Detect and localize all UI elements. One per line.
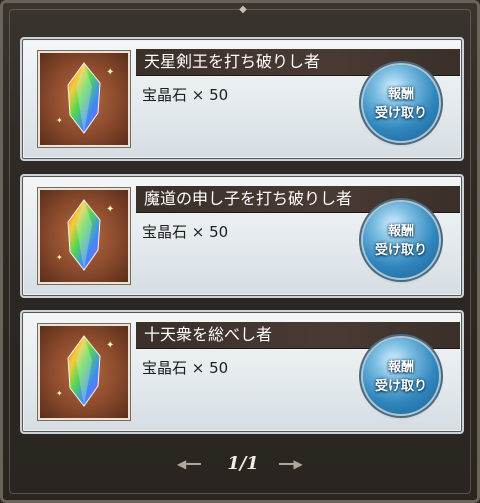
reward-amount: 宝晶石 × 50 [142,223,229,241]
rainbow-crystal-icon: ✦ ✦ [38,51,130,147]
svg-text:✦: ✦ [106,204,114,215]
reward-panel: ◆ ✦ ✦ 天星剣王を打ち破りし者 宝晶石 × 50 報酬 受け取り ✦ ✦ 魔… [0,0,480,503]
claim-label-line2: 受け取り [374,106,427,121]
ornament-icon: ◆ [239,4,247,15]
reward-title: 天星剣王を打ち破りし者 [144,52,321,71]
svg-text:✦: ✦ [56,116,63,125]
pagination: ◀━━ 1/1 ━━▶ [173,453,313,475]
svg-text:✦: ✦ [106,340,114,351]
claim-label-line1: 報酬 [387,360,414,375]
reward-card: ✦ ✦ 天星剣王を打ち破りし者 宝晶石 × 50 報酬 受け取り [20,37,464,161]
claim-reward-button[interactable]: 報酬 受け取り [363,338,439,414]
svg-text:✦: ✦ [106,67,114,78]
claim-label-line2: 受け取り [374,379,427,394]
page-indicator: 1/1 [227,453,259,474]
claim-reward-button[interactable]: 報酬 受け取り [363,202,439,278]
svg-text:✦: ✦ [56,253,63,262]
right-ornament-arrow-icon[interactable]: ━━▶ [279,458,303,470]
reward-amount: 宝晶石 × 50 [142,359,229,377]
claim-label-line1: 報酬 [387,87,414,102]
rainbow-crystal-icon: ✦ ✦ [38,188,130,284]
claim-reward-button[interactable]: 報酬 受け取り [363,65,439,141]
reward-title: 十天衆を総べし者 [144,325,273,344]
reward-card: ✦ ✦ 十天衆を総べし者 宝晶石 × 50 報酬 受け取り [20,310,464,434]
left-ornament-arrow-icon[interactable]: ◀━━ [177,458,201,470]
reward-amount: 宝晶石 × 50 [142,86,229,104]
claim-label-line2: 受け取り [374,243,427,258]
claim-label-line1: 報酬 [387,224,414,239]
reward-card: ✦ ✦ 魔道の申し子を打ち破りし者 宝晶石 × 50 報酬 受け取り [20,174,464,298]
reward-title: 魔道の申し子を打ち破りし者 [144,189,353,208]
rainbow-crystal-icon: ✦ ✦ [38,324,130,420]
svg-text:✦: ✦ [56,389,63,398]
